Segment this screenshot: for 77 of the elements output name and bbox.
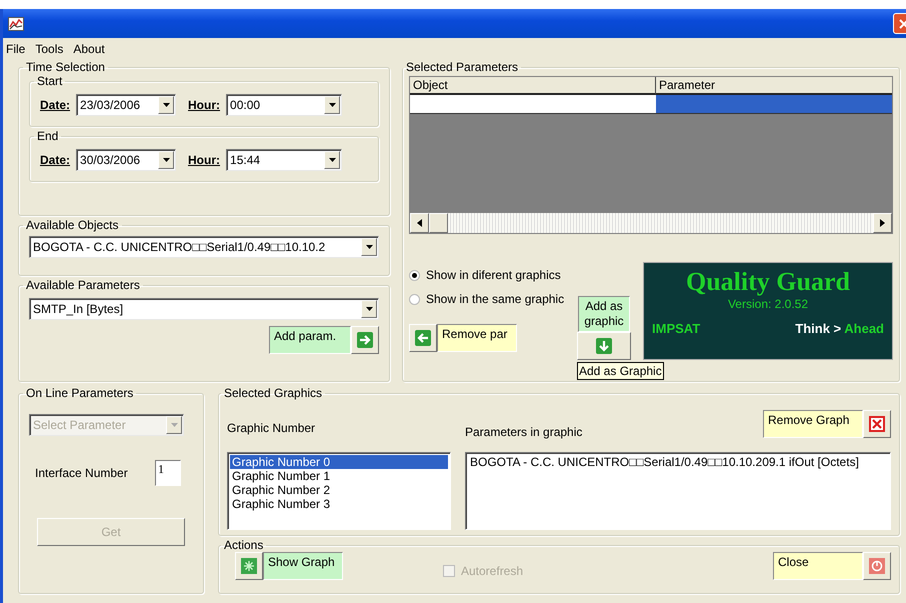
- field-label: Interface Number: [35, 466, 128, 480]
- dropdown-button[interactable]: [324, 96, 340, 114]
- date-field[interactable]: 30/03/2006: [76, 149, 176, 171]
- remove-param-button[interactable]: Remove par: [437, 324, 517, 352]
- power-icon: [869, 558, 885, 574]
- scroll-thumb[interactable]: [429, 213, 448, 233]
- caret-icon: [162, 158, 170, 162]
- close-icon: [898, 18, 906, 28]
- dropdown-button[interactable]: [361, 238, 377, 256]
- date-field[interactable]: 23/03/2006: [76, 94, 176, 116]
- tooltip: Add as Graphic: [577, 362, 664, 380]
- caret-icon: [170, 423, 178, 427]
- list-item[interactable]: Graphic Number 0: [230, 455, 448, 469]
- list-label: Parameters in graphic: [465, 424, 582, 441]
- radio-label[interactable]: Show in the same graphic: [426, 292, 564, 306]
- arrow-button[interactable]: [409, 324, 437, 352]
- close-icon: [869, 416, 885, 432]
- group-title: Time Selection: [25, 60, 106, 74]
- list-item[interactable]: BOGOTA - C.C. UNICENTRO□□Serial1/0.49□□10.10.209.1 ifOut [Octets]: [468, 455, 888, 469]
- field-label: Hour:: [188, 98, 220, 112]
- hour-field[interactable]: 15:44: [226, 149, 342, 171]
- right-arrow-icon: [880, 219, 885, 227]
- remove-graph-button[interactable]: Remove Graph: [763, 410, 863, 438]
- dropdown-button[interactable]: [324, 151, 340, 169]
- hour-field[interactable]: 00:00: [226, 94, 342, 116]
- menu-item[interactable]: Tools: [35, 42, 64, 56]
- list-label: Graphic Number: [227, 420, 316, 437]
- dropdown-button[interactable]: [158, 96, 174, 114]
- list-item[interactable]: Graphic Number 3: [230, 497, 448, 511]
- power-button[interactable]: [863, 552, 891, 580]
- placeholder-text: Select Parameter: [33, 418, 126, 432]
- dropdown-button[interactable]: [158, 151, 174, 169]
- slogan: Think > Ahead: [795, 321, 884, 336]
- interface-number-field[interactable]: 1: [155, 460, 181, 486]
- close-app-button[interactable]: Close: [773, 552, 863, 580]
- company-name: IMPSAT: [652, 321, 700, 336]
- radio-button[interactable]: [409, 294, 420, 304]
- add-param-button[interactable]: Add param.: [269, 326, 351, 354]
- radio-label[interactable]: Show in diferent graphics: [426, 268, 561, 282]
- field-label: Hour:: [188, 153, 220, 167]
- group-title: Actions: [223, 538, 264, 552]
- radio-button[interactable]: [409, 270, 420, 280]
- dropdown-button[interactable]: [361, 300, 377, 318]
- list-item[interactable]: Graphic Number 2: [230, 483, 448, 497]
- group-title: End: [36, 129, 60, 143]
- caret-icon: [328, 158, 336, 162]
- arrow-button[interactable]: [351, 326, 379, 354]
- group-title: Available Parameters: [25, 278, 141, 292]
- arrow-left-icon: [415, 330, 431, 346]
- group-title: Selected Parameters: [405, 60, 520, 74]
- arrow-right-icon: [357, 332, 373, 348]
- delete-button[interactable]: [863, 410, 891, 438]
- caret-icon: [328, 103, 336, 107]
- group-title: Available Objects: [25, 218, 120, 232]
- logo-title: Quality Guard: [686, 267, 850, 297]
- group-title: On Line Parameters: [25, 386, 134, 400]
- show-graph-button[interactable]: Show Graph: [263, 552, 343, 580]
- group-title: Selected Graphics: [223, 386, 324, 400]
- caret-icon: [162, 103, 170, 107]
- add-graphic-button[interactable]: Add as graphic: [578, 296, 630, 332]
- caret-icon: [366, 307, 372, 311]
- sparkle-icon: [241, 558, 257, 574]
- menu-item[interactable]: File: [6, 42, 26, 56]
- arrow-button[interactable]: [577, 332, 631, 360]
- caret-icon: [366, 245, 372, 249]
- arrow-down-icon: [596, 338, 612, 354]
- parameter-dropdown[interactable]: SMTP_In [Bytes]: [29, 298, 379, 320]
- object-dropdown[interactable]: BOGOTA - C.C. UNICENTRO□□Serial1/0.49□□10.10.2: [29, 236, 379, 258]
- field-label: Date:: [40, 98, 70, 112]
- left-arrow-icon: [417, 219, 422, 227]
- chart-button[interactable]: [235, 552, 263, 580]
- menu-item[interactable]: About: [73, 42, 105, 56]
- chart-icon: [8, 16, 24, 30]
- field-label: Date:: [40, 153, 70, 167]
- list-item[interactable]: Graphic Number 1: [230, 469, 448, 483]
- group-title: Start: [36, 74, 64, 88]
- version-text: Version: 2.0.52: [728, 297, 808, 311]
